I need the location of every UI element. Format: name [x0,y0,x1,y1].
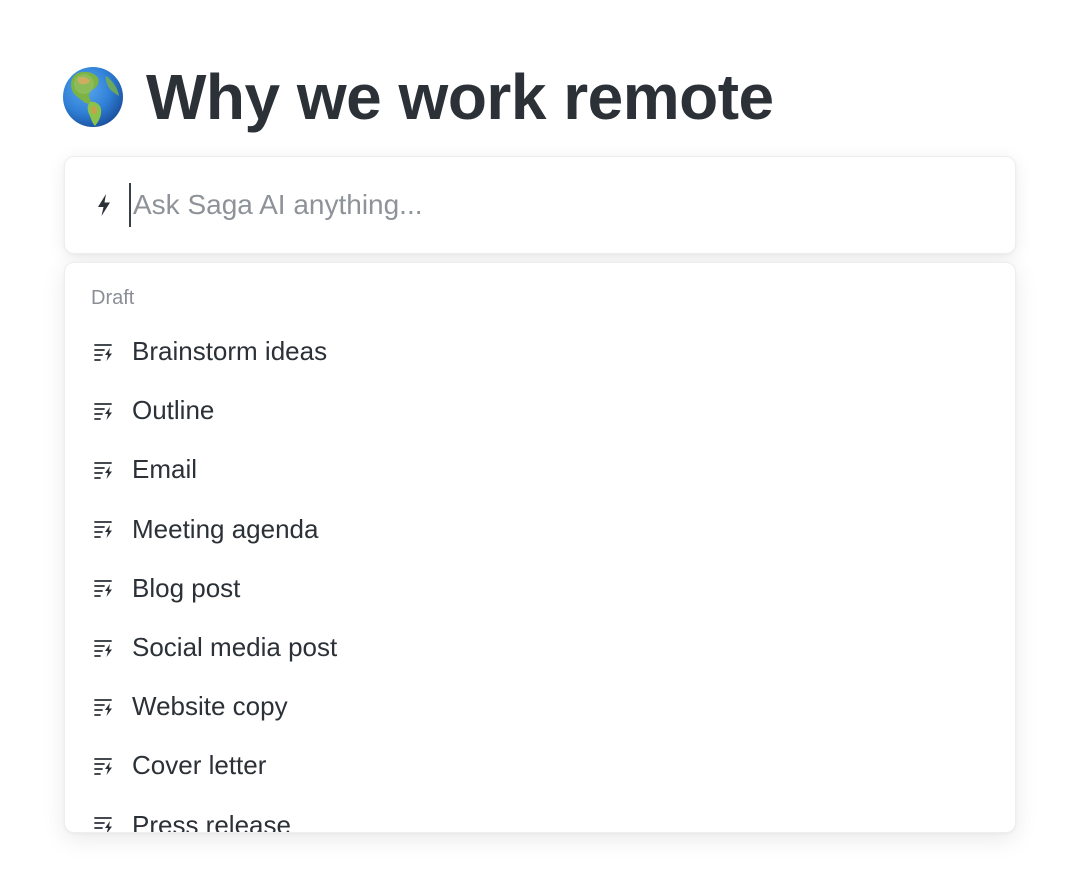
menu-item-label: Press release [132,809,291,833]
lightning-bolt-icon [93,191,115,219]
menu-item-cover-letter[interactable]: Cover letter [65,736,1015,795]
menu-item-brainstorm-ideas[interactable]: Brainstorm ideas [65,322,1015,381]
menu-item-label: Outline [132,395,215,426]
draft-lines-bolt-icon [93,341,115,363]
ask-ai-input[interactable] [129,183,987,227]
menu-item-label: Website copy [132,691,288,722]
menu-item-label: Email [132,454,198,485]
menu-item-label: Brainstorm ideas [132,336,328,367]
draft-options-list: Brainstorm ideas Outline Email Meeting a… [65,322,1015,833]
menu-item-blog-post[interactable]: Blog post [65,559,1015,618]
section-label-draft: Draft [91,287,135,309]
globe-americas-icon [62,66,124,128]
draft-lines-bolt-icon [93,814,115,832]
draft-lines-bolt-icon [93,577,115,599]
menu-item-meeting-agenda[interactable]: Meeting agenda [65,500,1015,559]
draft-lines-bolt-icon [93,696,115,718]
menu-item-label: Cover letter [132,750,267,781]
draft-lines-bolt-icon [93,755,115,777]
menu-item-email[interactable]: Email [65,440,1015,499]
ai-suggestions-dropdown: Draft Brainstorm ideas Outline Email Mee… [64,262,1016,833]
draft-lines-bolt-icon [93,518,115,540]
page-title: Why we work remote [146,61,774,133]
page-header: Why we work remote [62,58,774,136]
menu-item-outline[interactable]: Outline [65,381,1015,440]
menu-item-press-release[interactable]: Press release [65,796,1015,833]
menu-item-label: Meeting agenda [132,513,319,544]
menu-item-label: Social media post [132,632,338,663]
menu-item-social-media-post[interactable]: Social media post [65,618,1015,677]
draft-lines-bolt-icon [93,459,115,481]
menu-item-label: Blog post [132,572,241,603]
draft-lines-bolt-icon [93,400,115,422]
menu-item-website-copy[interactable]: Website copy [65,677,1015,736]
draft-lines-bolt-icon [93,637,115,659]
ask-ai-input-card[interactable] [64,156,1016,254]
